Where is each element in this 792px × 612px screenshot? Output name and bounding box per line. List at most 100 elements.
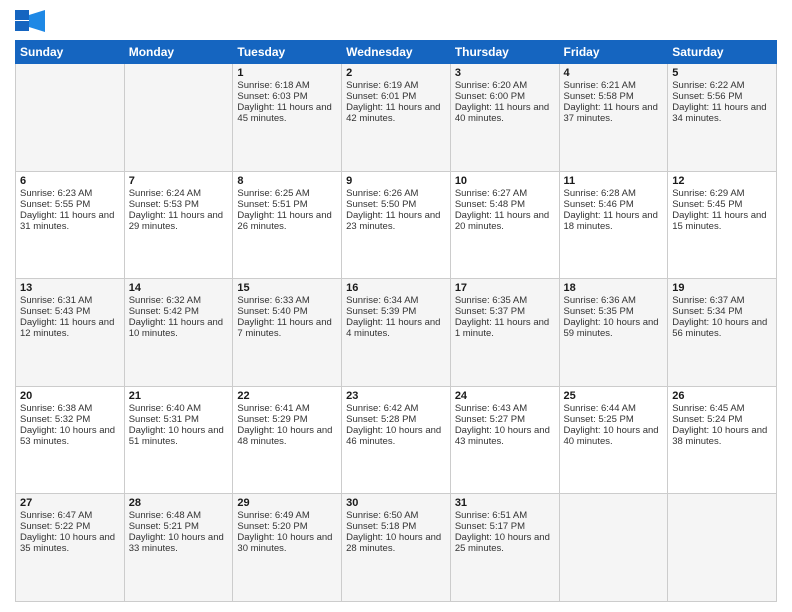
calendar-cell: 10Sunrise: 6:27 AMSunset: 5:48 PMDayligh… — [450, 171, 559, 279]
calendar-table: SundayMondayTuesdayWednesdayThursdayFrid… — [15, 40, 777, 602]
calendar-week-row: 13Sunrise: 6:31 AMSunset: 5:43 PMDayligh… — [16, 279, 777, 387]
sunrise-text: Sunrise: 6:36 AM — [564, 295, 664, 306]
sunrise-text: Sunrise: 6:32 AM — [129, 295, 229, 306]
sunset-text: Sunset: 5:45 PM — [672, 199, 772, 210]
calendar-cell: 4Sunrise: 6:21 AMSunset: 5:58 PMDaylight… — [559, 64, 668, 172]
sunrise-text: Sunrise: 6:49 AM — [237, 510, 337, 521]
sunrise-text: Sunrise: 6:27 AM — [455, 188, 555, 199]
sunrise-text: Sunrise: 6:50 AM — [346, 510, 446, 521]
day-number: 22 — [237, 390, 337, 402]
day-number: 26 — [672, 390, 772, 402]
daylight-text: Daylight: 10 hours and 28 minutes. — [346, 532, 446, 554]
daylight-text: Daylight: 10 hours and 43 minutes. — [455, 425, 555, 447]
logo — [15, 10, 47, 32]
day-number: 2 — [346, 67, 446, 79]
daylight-text: Daylight: 10 hours and 46 minutes. — [346, 425, 446, 447]
calendar-cell: 16Sunrise: 6:34 AMSunset: 5:39 PMDayligh… — [342, 279, 451, 387]
sunrise-text: Sunrise: 6:43 AM — [455, 403, 555, 414]
daylight-text: Daylight: 11 hours and 18 minutes. — [564, 210, 664, 232]
day-number: 25 — [564, 390, 664, 402]
weekday-header-friday: Friday — [559, 41, 668, 64]
daylight-text: Daylight: 10 hours and 25 minutes. — [455, 532, 555, 554]
weekday-header-saturday: Saturday — [668, 41, 777, 64]
day-number: 19 — [672, 282, 772, 294]
sunrise-text: Sunrise: 6:18 AM — [237, 80, 337, 91]
sunrise-text: Sunrise: 6:20 AM — [455, 80, 555, 91]
calendar-week-row: 27Sunrise: 6:47 AMSunset: 5:22 PMDayligh… — [16, 494, 777, 602]
day-number: 21 — [129, 390, 229, 402]
day-number: 11 — [564, 175, 664, 187]
calendar-cell: 29Sunrise: 6:49 AMSunset: 5:20 PMDayligh… — [233, 494, 342, 602]
calendar-header-row: SundayMondayTuesdayWednesdayThursdayFrid… — [16, 41, 777, 64]
sunrise-text: Sunrise: 6:26 AM — [346, 188, 446, 199]
daylight-text: Daylight: 11 hours and 26 minutes. — [237, 210, 337, 232]
calendar-cell: 26Sunrise: 6:45 AMSunset: 5:24 PMDayligh… — [668, 386, 777, 494]
sunset-text: Sunset: 6:03 PM — [237, 91, 337, 102]
daylight-text: Daylight: 10 hours and 35 minutes. — [20, 532, 120, 554]
day-number: 23 — [346, 390, 446, 402]
sunset-text: Sunset: 5:32 PM — [20, 414, 120, 425]
daylight-text: Daylight: 11 hours and 4 minutes. — [346, 317, 446, 339]
sunrise-text: Sunrise: 6:19 AM — [346, 80, 446, 91]
weekday-header-tuesday: Tuesday — [233, 41, 342, 64]
day-number: 17 — [455, 282, 555, 294]
daylight-text: Daylight: 10 hours and 38 minutes. — [672, 425, 772, 447]
sunrise-text: Sunrise: 6:45 AM — [672, 403, 772, 414]
calendar-cell: 21Sunrise: 6:40 AMSunset: 5:31 PMDayligh… — [124, 386, 233, 494]
day-number: 9 — [346, 175, 446, 187]
sunset-text: Sunset: 5:40 PM — [237, 306, 337, 317]
sunrise-text: Sunrise: 6:47 AM — [20, 510, 120, 521]
day-number: 3 — [455, 67, 555, 79]
sunrise-text: Sunrise: 6:51 AM — [455, 510, 555, 521]
sunset-text: Sunset: 5:46 PM — [564, 199, 664, 210]
sunset-text: Sunset: 5:48 PM — [455, 199, 555, 210]
day-number: 12 — [672, 175, 772, 187]
sunrise-text: Sunrise: 6:23 AM — [20, 188, 120, 199]
sunset-text: Sunset: 5:29 PM — [237, 414, 337, 425]
calendar-cell: 15Sunrise: 6:33 AMSunset: 5:40 PMDayligh… — [233, 279, 342, 387]
sunset-text: Sunset: 6:01 PM — [346, 91, 446, 102]
day-number: 31 — [455, 497, 555, 509]
page: { "header": { "logo_general": "General",… — [0, 0, 792, 612]
day-number: 7 — [129, 175, 229, 187]
daylight-text: Daylight: 10 hours and 33 minutes. — [129, 532, 229, 554]
calendar-cell: 28Sunrise: 6:48 AMSunset: 5:21 PMDayligh… — [124, 494, 233, 602]
day-number: 29 — [237, 497, 337, 509]
sunset-text: Sunset: 5:17 PM — [455, 521, 555, 532]
calendar-week-row: 6Sunrise: 6:23 AMSunset: 5:55 PMDaylight… — [16, 171, 777, 279]
calendar-cell: 30Sunrise: 6:50 AMSunset: 5:18 PMDayligh… — [342, 494, 451, 602]
calendar-week-row: 1Sunrise: 6:18 AMSunset: 6:03 PMDaylight… — [16, 64, 777, 172]
sunset-text: Sunset: 5:50 PM — [346, 199, 446, 210]
sunset-text: Sunset: 5:39 PM — [346, 306, 446, 317]
calendar-cell: 5Sunrise: 6:22 AMSunset: 5:56 PMDaylight… — [668, 64, 777, 172]
sunrise-text: Sunrise: 6:35 AM — [455, 295, 555, 306]
sunrise-text: Sunrise: 6:48 AM — [129, 510, 229, 521]
calendar-cell — [559, 494, 668, 602]
calendar-cell: 3Sunrise: 6:20 AMSunset: 6:00 PMDaylight… — [450, 64, 559, 172]
daylight-text: Daylight: 10 hours and 59 minutes. — [564, 317, 664, 339]
sunset-text: Sunset: 5:35 PM — [564, 306, 664, 317]
day-number: 1 — [237, 67, 337, 79]
weekday-header-monday: Monday — [124, 41, 233, 64]
daylight-text: Daylight: 11 hours and 45 minutes. — [237, 102, 337, 124]
logo-icon — [15, 10, 45, 32]
day-number: 14 — [129, 282, 229, 294]
daylight-text: Daylight: 10 hours and 51 minutes. — [129, 425, 229, 447]
sunset-text: Sunset: 5:43 PM — [20, 306, 120, 317]
sunrise-text: Sunrise: 6:22 AM — [672, 80, 772, 91]
calendar-cell: 13Sunrise: 6:31 AMSunset: 5:43 PMDayligh… — [16, 279, 125, 387]
calendar-cell: 7Sunrise: 6:24 AMSunset: 5:53 PMDaylight… — [124, 171, 233, 279]
sunrise-text: Sunrise: 6:31 AM — [20, 295, 120, 306]
sunset-text: Sunset: 5:53 PM — [129, 199, 229, 210]
daylight-text: Daylight: 11 hours and 42 minutes. — [346, 102, 446, 124]
day-number: 4 — [564, 67, 664, 79]
daylight-text: Daylight: 11 hours and 34 minutes. — [672, 102, 772, 124]
daylight-text: Daylight: 11 hours and 37 minutes. — [564, 102, 664, 124]
day-number: 28 — [129, 497, 229, 509]
sunrise-text: Sunrise: 6:34 AM — [346, 295, 446, 306]
sunset-text: Sunset: 5:24 PM — [672, 414, 772, 425]
calendar-cell: 22Sunrise: 6:41 AMSunset: 5:29 PMDayligh… — [233, 386, 342, 494]
daylight-text: Daylight: 10 hours and 30 minutes. — [237, 532, 337, 554]
daylight-text: Daylight: 11 hours and 7 minutes. — [237, 317, 337, 339]
calendar-cell: 17Sunrise: 6:35 AMSunset: 5:37 PMDayligh… — [450, 279, 559, 387]
